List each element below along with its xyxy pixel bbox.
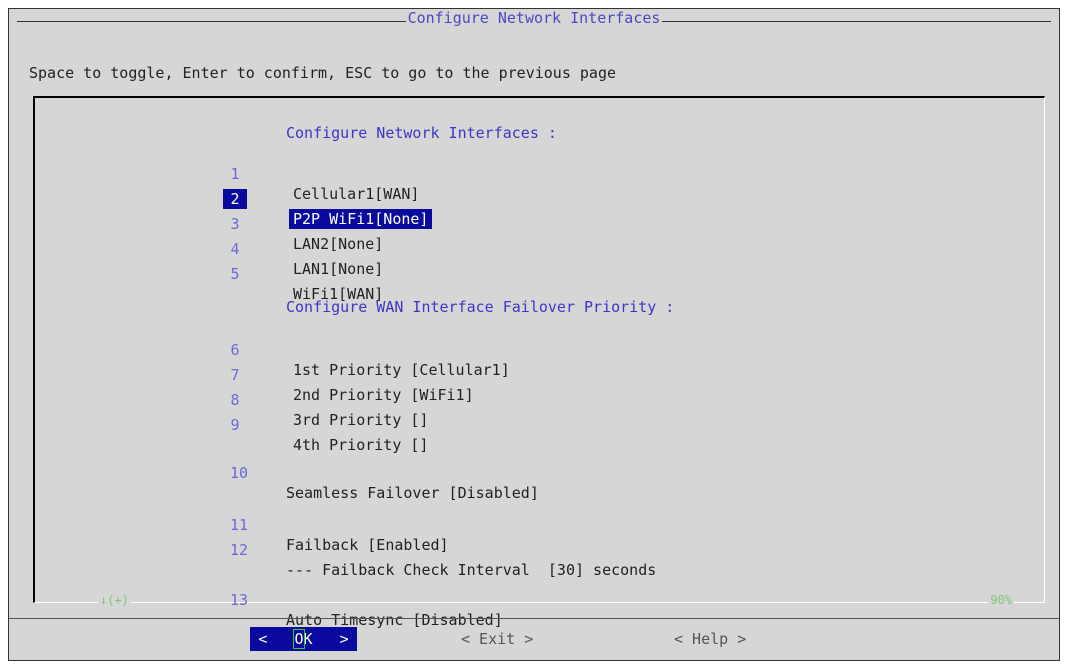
menu-item[interactable]: 11 Failback [Enabled] [35, 495, 449, 554]
dialog-title: Configure Network Interfaces [405, 9, 663, 27]
ok-right-bracket: > [339, 630, 349, 648]
instruction-text: Space to toggle, Enter to confirm, ESC t… [29, 64, 616, 82]
item-label: 4th Priority [] [293, 436, 429, 454]
menu-item[interactable]: 3 LAN2[None] [35, 194, 383, 253]
menu-item[interactable]: 12 --- Failback Check Interval [30] seco… [35, 520, 656, 579]
menu-item[interactable]: 1 Cellular1[WAN] [35, 144, 419, 203]
item-number: 10 [229, 464, 249, 482]
menu-item[interactable]: 8 3rd Priority [] [35, 370, 428, 429]
item-number: 2 [223, 189, 247, 209]
item-label: P2P WiFi1[None] [289, 209, 433, 229]
item-label: Seamless Failover [Disabled] [286, 484, 539, 502]
menu-item[interactable]: 13 Auto Timesync [Disabled] [35, 570, 503, 629]
button-divider [9, 618, 1059, 619]
ok-label-rest: K [303, 630, 313, 648]
item-number: 4 [230, 240, 240, 258]
item-number: 5 [230, 265, 240, 283]
menu-item[interactable]: 5 WiFi1[WAN] [35, 244, 383, 303]
menu-item[interactable]: 9 4th Priority [] [35, 395, 428, 454]
item-label: 1st Priority [Cellular1] [293, 361, 510, 379]
item-number: 12 [229, 541, 249, 559]
dialog-window: Configure Network Interfaces Space to to… [8, 8, 1060, 661]
item-number: 7 [230, 366, 240, 384]
exit-button[interactable]: < Exit > [461, 627, 533, 651]
menu-panel: Configure Network Interfaces : 1 Cellula… [33, 96, 1045, 629]
menu-item-selected[interactable]: 2 P2P WiFi1[None] [35, 169, 433, 229]
section-heading-failover: Configure WAN Interface Failover Priorit… [286, 298, 675, 316]
item-number: 6 [230, 341, 240, 359]
item-label: 3rd Priority [] [293, 411, 429, 429]
item-label: --- Failback Check Interval [30] seconds [286, 561, 657, 579]
help-button[interactable]: < Help > [674, 627, 746, 651]
item-label: Failback [Enabled] [286, 536, 449, 554]
menu-item[interactable]: 4 LAN1[None] [35, 219, 383, 278]
item-number: 8 [230, 391, 240, 409]
item-label: LAN2[None] [293, 235, 384, 253]
item-number: 3 [230, 215, 240, 233]
item-label: Cellular1[WAN] [293, 185, 420, 203]
section-heading-interfaces: Configure Network Interfaces : [286, 124, 557, 142]
scroll-indicator: ↓(+) [98, 593, 131, 607]
menu-item[interactable]: 7 2nd Priority [WiFi1] [35, 345, 473, 404]
menu-item[interactable]: 10 Seamless Failover [Disabled] [35, 443, 539, 502]
item-number: 9 [230, 416, 240, 434]
item-number: 1 [230, 165, 240, 183]
ok-hotkey: O [293, 629, 305, 649]
item-label: LAN1[None] [293, 260, 384, 278]
scroll-percent: 90% [988, 593, 1014, 607]
item-label: 2nd Priority [WiFi1] [293, 386, 474, 404]
ok-left-bracket: < [258, 630, 268, 648]
item-number: 13 [229, 591, 249, 609]
item-number: 11 [229, 516, 249, 534]
ok-button[interactable]: < OK > [250, 627, 357, 651]
menu-item[interactable]: 6 1st Priority [Cellular1] [35, 320, 509, 379]
